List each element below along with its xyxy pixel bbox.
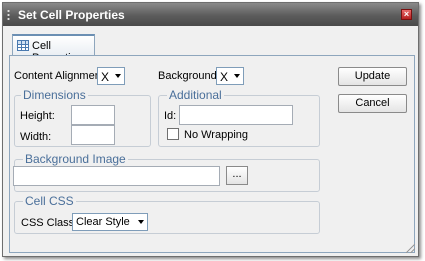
width-label: Width: xyxy=(20,131,52,143)
chevron-down-icon xyxy=(115,74,121,78)
dimensions-legend: Dimensions xyxy=(21,88,88,102)
background-image-input[interactable] xyxy=(13,166,220,186)
additional-fieldset: Additional Id: No Wrapping xyxy=(158,88,320,147)
dialog-titlebar[interactable]: Set Cell Properties × xyxy=(3,3,418,26)
dialog-title: Set Cell Properties xyxy=(18,8,125,22)
cancel-button[interactable]: Cancel xyxy=(338,94,407,113)
additional-legend: Additional xyxy=(167,88,224,102)
height-label: Height: xyxy=(20,110,55,122)
background-label: Background: xyxy=(158,70,220,82)
height-input[interactable] xyxy=(71,105,115,125)
background-image-fieldset: Background Image ... xyxy=(13,152,320,192)
width-input[interactable] xyxy=(71,125,115,145)
no-wrapping-label: No Wrapping xyxy=(184,129,248,141)
chevron-down-icon xyxy=(138,220,144,224)
update-button[interactable]: Update xyxy=(338,67,407,86)
chevron-down-icon xyxy=(234,74,240,78)
cell-css-fieldset: Cell CSS CSS Class: Clear Style xyxy=(14,194,320,234)
css-class-select[interactable]: Clear Style xyxy=(72,213,148,231)
close-icon[interactable]: × xyxy=(401,9,412,20)
table-icon xyxy=(17,40,29,51)
cell-properties-panel: Content Alignment: X Background: X Dimen… xyxy=(9,55,415,253)
background-image-legend: Background Image xyxy=(23,152,128,166)
drag-grip-icon[interactable] xyxy=(7,9,10,21)
cell-css-legend: Cell CSS xyxy=(23,194,76,208)
content-alignment-value: X xyxy=(101,70,110,84)
content-alignment-dropdown[interactable]: X xyxy=(97,67,125,85)
id-label: Id: xyxy=(164,110,177,122)
css-class-label: CSS Class: xyxy=(21,217,78,229)
css-class-value: Clear Style xyxy=(76,216,130,228)
set-cell-properties-dialog: Set Cell Properties × Cell Properties Co… xyxy=(2,2,419,257)
browse-button[interactable]: ... xyxy=(226,166,248,185)
background-value: X xyxy=(220,70,229,84)
dimensions-fieldset: Dimensions Height: Width: xyxy=(14,88,151,147)
id-input[interactable] xyxy=(179,105,293,125)
content-alignment-label: Content Alignment: xyxy=(14,70,107,82)
tab-cell-properties[interactable]: Cell Properties xyxy=(12,34,95,64)
background-color-dropdown[interactable]: X xyxy=(216,67,244,85)
no-wrapping-checkbox[interactable] xyxy=(167,128,179,140)
resize-grip-icon[interactable] xyxy=(406,244,415,253)
